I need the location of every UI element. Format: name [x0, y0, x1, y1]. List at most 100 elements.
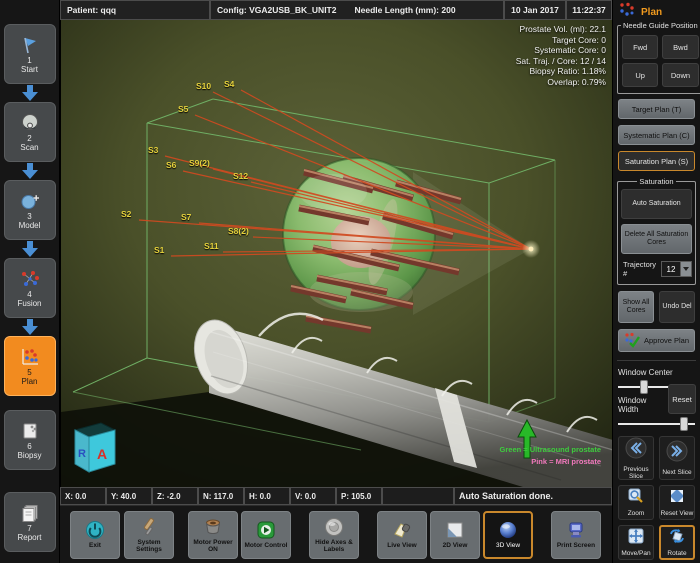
sidebar-step-start[interactable]: 1 Start	[4, 24, 56, 84]
plan-scatter-icon	[619, 2, 635, 23]
live-view-button[interactable]: Live View	[377, 511, 427, 559]
four-way-arrows-icon	[628, 528, 644, 549]
undo-delete-button[interactable]: Undo Del	[659, 291, 695, 323]
button-label: Live View	[387, 542, 417, 549]
step-label: Fusion	[17, 299, 41, 308]
needle-fwd-button[interactable]: Fwd	[622, 35, 658, 59]
3d-view-button[interactable]: 3D View	[483, 511, 533, 559]
needle-down-button[interactable]: Down	[662, 63, 698, 87]
step-label: Scan	[20, 143, 38, 152]
delete-all-saturation-cores-button[interactable]: Delete All Saturation Cores	[621, 224, 692, 254]
window-width-slider[interactable]	[618, 417, 695, 431]
power-icon	[85, 520, 105, 540]
2d-view-button[interactable]: 2D View	[430, 511, 480, 559]
coord-p: P: 105.0	[336, 487, 382, 505]
wrench-icon	[139, 517, 159, 537]
step-number: 1	[27, 56, 31, 65]
double-chevron-left-icon	[625, 437, 647, 464]
move-pan-button[interactable]: Move/Pan	[618, 525, 654, 560]
saturation-plan-button[interactable]: Saturation Plan (S)	[618, 151, 695, 171]
coord-z: Z: -2.0	[152, 487, 198, 505]
header-bar: Patient: qqq Config: VGA2USB_BK_UNIT2 Ne…	[60, 0, 612, 20]
auto-saturation-button[interactable]: Auto Saturation	[621, 189, 692, 219]
panel-header: Plan	[617, 3, 696, 21]
window-width-label: Window Width	[618, 396, 663, 414]
step-number: 3	[27, 212, 31, 221]
time-display: 11:22:37	[566, 0, 612, 20]
step-label: Plan	[21, 377, 37, 386]
step-label: Model	[19, 221, 41, 230]
needle-guide-title: Needle Guide Position	[621, 21, 700, 30]
sidebar-step-model[interactable]: 3 Model	[4, 180, 56, 240]
controller-icon	[256, 520, 276, 540]
plan-scatter-icon	[19, 347, 41, 367]
trajectory-label: S9(2)	[189, 158, 210, 168]
step-number: 4	[27, 290, 31, 299]
step-number: 2	[27, 134, 31, 143]
step-number: 7	[27, 524, 31, 533]
coord-h: H: 0.0	[244, 487, 290, 505]
previous-slice-button[interactable]: Previous Slice	[618, 436, 654, 480]
sidebar-step-biopsy[interactable]: 6 Biopsy	[4, 410, 56, 470]
config-value: Config: VGA2USB_BK_UNIT2	[217, 5, 336, 15]
exit-button[interactable]: Exit	[70, 511, 120, 559]
sidebar-step-scan[interactable]: 2 Scan	[4, 102, 56, 162]
print-screen-button[interactable]: Print Screen	[551, 511, 601, 559]
slice-navigation-row: Previous Slice Next Slice	[618, 436, 695, 480]
trajectory-value: 12	[661, 261, 681, 277]
sidebar-step-plan[interactable]: 5 Plan	[4, 336, 56, 396]
approve-plan-button[interactable]: Approve Plan	[618, 329, 695, 352]
coord-x: X: 0.0	[60, 487, 106, 505]
step-label: Start	[21, 65, 38, 74]
needle-bwd-button[interactable]: Bwd	[662, 35, 698, 59]
approve-label: Approve Plan	[644, 336, 689, 345]
trajectory-label: S12	[233, 171, 248, 181]
trajectory-dropdown[interactable]: 12	[661, 261, 692, 277]
motor-power-on-button[interactable]: Motor Power ON	[188, 511, 238, 559]
plan-statistics: Prostate Vol. (ml): 22.1 Target Core: 0 …	[516, 24, 606, 87]
button-label: Motor Control	[245, 542, 288, 549]
next-slice-button[interactable]: Next Slice	[659, 436, 695, 480]
rotate-button[interactable]: Rotate	[659, 525, 695, 560]
chevron-down-icon[interactable]	[681, 261, 692, 277]
show-all-cores-button[interactable]: Show All Cores	[618, 291, 654, 323]
window-center-slider[interactable]	[618, 380, 670, 394]
model-sphere-icon	[19, 191, 41, 211]
sidebar-step-fusion[interactable]: 4 Fusion	[4, 258, 56, 318]
panel-title: Plan	[641, 7, 662, 18]
stat-target-core: Target Core: 0	[516, 35, 606, 46]
needle-up-button[interactable]: Up	[622, 63, 658, 87]
needle-guide-group: Needle Guide Position Fwd Bwd Up Down	[617, 21, 700, 94]
3d-viewport[interactable]: R A Green = Ultrasound prostate Pink = M…	[60, 20, 612, 487]
probe-icon	[19, 113, 41, 133]
cube-letter-a: A	[97, 446, 107, 462]
trajectory-label: S8(2)	[228, 226, 249, 236]
panel-divider	[617, 360, 696, 361]
reset-view-button[interactable]: Reset View	[659, 485, 695, 520]
status-message: Auto Saturation done.	[454, 487, 612, 505]
button-label: 2D View	[443, 542, 468, 549]
flag-icon	[19, 35, 41, 55]
cube-letter-r: R	[78, 448, 86, 460]
motor-control-button[interactable]: Motor Control	[241, 511, 291, 559]
orientation-cube: R A	[75, 423, 115, 472]
zoom-button[interactable]: Zoom	[618, 485, 654, 520]
window-reset-button[interactable]: Reset	[668, 384, 696, 414]
button-label: 3D View	[496, 542, 520, 549]
hide-axes-labels-button[interactable]: Hide Axes & Labels	[309, 511, 359, 559]
system-settings-button[interactable]: System Settings	[124, 511, 174, 559]
step-number: 5	[27, 368, 31, 377]
magnifier-icon	[628, 488, 644, 509]
trajectory-label: S6	[166, 160, 176, 170]
systematic-plan-button[interactable]: Systematic Plan (C)	[618, 125, 695, 145]
sidebar-step-report[interactable]: 7 Report	[4, 492, 56, 552]
slider-thumb[interactable]	[640, 380, 648, 394]
target-plan-button[interactable]: Target Plan (T)	[618, 99, 695, 119]
needle-length-value: Needle Length (mm): 200	[354, 5, 455, 15]
stat-biopsy-ratio: Biopsy Ratio: 1.18%	[516, 66, 606, 77]
expand-arrows-icon	[669, 488, 685, 509]
config-field: Config: VGA2USB_BK_UNIT2 Needle Length (…	[210, 0, 504, 20]
button-label: Exit	[89, 542, 101, 549]
button-label: Hide Axes & Labels	[310, 539, 358, 553]
slider-thumb[interactable]	[680, 417, 688, 431]
